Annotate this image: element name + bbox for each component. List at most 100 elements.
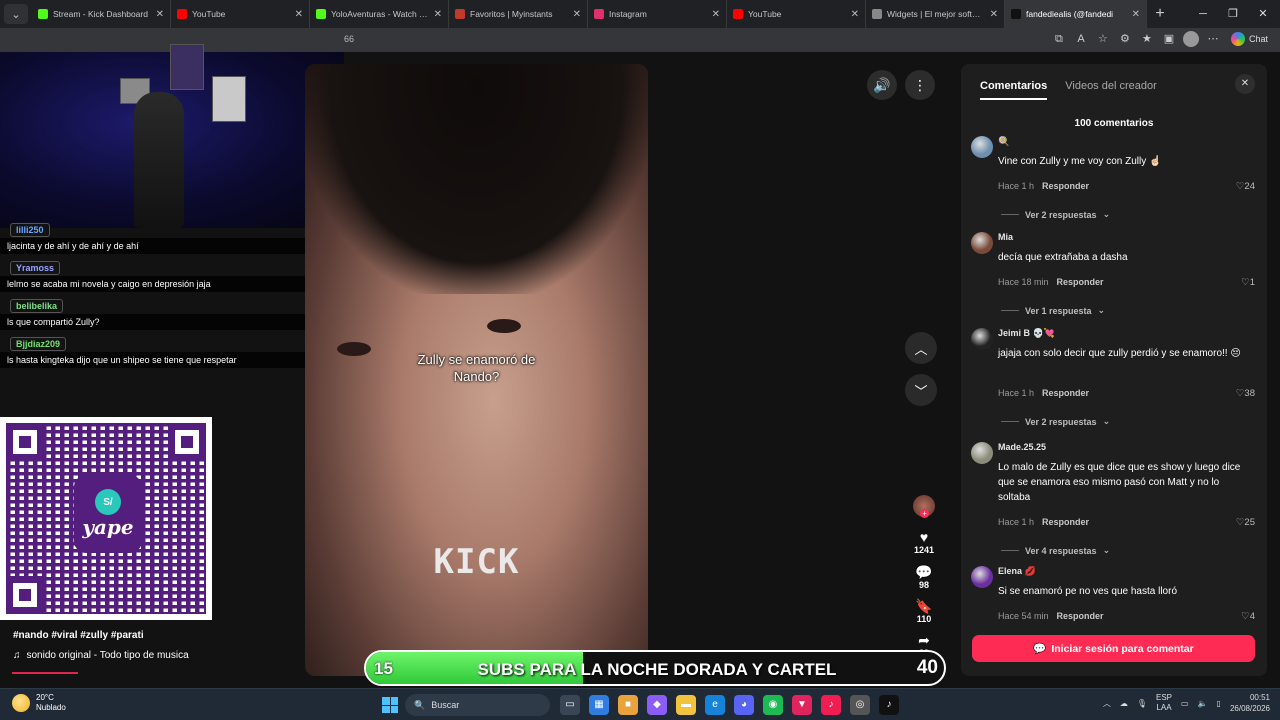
reply-button[interactable]: Responder bbox=[1042, 388, 1089, 398]
browser-tab[interactable]: fandediealis (@fandedi ✕ bbox=[1005, 0, 1147, 28]
view-replies-button[interactable]: Ver 1 respuesta ⌄ bbox=[1001, 305, 1105, 316]
chat-username[interactable]: Yramoss bbox=[10, 261, 61, 275]
commenter-name[interactable]: Made.25.25 bbox=[998, 442, 1046, 452]
reply-button[interactable]: Responder bbox=[1042, 517, 1089, 527]
discord-icon[interactable]: ◕ bbox=[734, 695, 754, 715]
favorites-icon[interactable]: ★ bbox=[1139, 31, 1155, 47]
comment-like-button[interactable]: ♡38 bbox=[1236, 388, 1255, 399]
reader-icon[interactable]: A bbox=[1073, 31, 1089, 47]
video-sound[interactable]: ♫ sonido original - Todo tipo de musica bbox=[13, 650, 189, 661]
profile-avatar[interactable] bbox=[1182, 31, 1199, 47]
commenter-name[interactable]: Jeimi B 💀💘 bbox=[998, 328, 1055, 339]
video-player[interactable]: Zully se enamoró de Nando? KICK bbox=[305, 64, 648, 676]
app-icon[interactable]: ▼ bbox=[792, 695, 812, 715]
tiktok-live-icon[interactable]: ♪ bbox=[879, 695, 899, 715]
commenter-avatar[interactable] bbox=[971, 566, 993, 588]
view-replies-button[interactable]: Ver 4 respuestas ⌄ bbox=[1001, 545, 1110, 556]
language-indicator[interactable]: ESP LAA bbox=[1156, 693, 1172, 713]
comment-like-button[interactable]: ♡1 bbox=[1241, 277, 1255, 288]
start-button[interactable] bbox=[382, 697, 398, 713]
weather-widget[interactable]: 20°C Nublado bbox=[12, 693, 66, 713]
browser-tab[interactable]: Instagram ✕ bbox=[588, 0, 727, 28]
comment-button[interactable]: 💬 98 bbox=[907, 564, 941, 590]
next-video-button[interactable]: ﹀ bbox=[905, 374, 937, 406]
close-tab-icon[interactable]: ✕ bbox=[1132, 9, 1140, 20]
commenter-name[interactable]: Elena 💋 bbox=[998, 566, 1036, 577]
browser-tab[interactable]: YouTube ✕ bbox=[171, 0, 310, 28]
app-icon[interactable]: ■ bbox=[618, 695, 638, 715]
volume-button[interactable]: 🔊 bbox=[867, 70, 897, 100]
reply-button[interactable]: Responder bbox=[1057, 611, 1104, 621]
tab-title: Widgets | El mejor software bbox=[887, 9, 985, 19]
browser-tab[interactable]: Favoritos | Myinstants ✕ bbox=[449, 0, 588, 28]
comment-like-button[interactable]: ♡25 bbox=[1236, 517, 1255, 528]
view-replies-button[interactable]: Ver 2 respuestas ⌄ bbox=[1001, 209, 1110, 220]
store-icon[interactable]: ▦ bbox=[589, 695, 609, 715]
obs-icon[interactable]: ◎ bbox=[850, 695, 870, 715]
comment-like-button[interactable]: ♡4 bbox=[1241, 611, 1255, 622]
copilot-chat-button[interactable]: Chat bbox=[1227, 32, 1272, 46]
edge-icon[interactable]: e bbox=[705, 695, 725, 715]
close-tab-icon[interactable]: ✕ bbox=[851, 9, 859, 20]
close-tab-icon[interactable]: ✕ bbox=[295, 9, 303, 20]
commenter-avatar[interactable] bbox=[971, 442, 993, 464]
clock[interactable]: 00:51 26/08/2026 bbox=[1230, 692, 1270, 714]
chevron-down-icon: ﹀ bbox=[914, 383, 928, 399]
close-tab-icon[interactable]: ✕ bbox=[434, 9, 442, 20]
browser-tab[interactable]: Widgets | El mejor software ✕ bbox=[866, 0, 1005, 28]
collections-icon[interactable]: ▣ bbox=[1161, 31, 1177, 47]
commenter-avatar[interactable] bbox=[971, 232, 993, 254]
more-menu-icon[interactable]: ⋯ bbox=[1205, 31, 1221, 47]
battery-icon[interactable]: ▯ bbox=[1217, 699, 1221, 708]
previous-video-button[interactable]: ︿ bbox=[905, 332, 937, 364]
tab-creator-videos[interactable]: Videos del creador bbox=[1065, 80, 1157, 100]
commenter-avatar[interactable] bbox=[971, 328, 993, 350]
maximize-button[interactable]: ❐ bbox=[1218, 0, 1248, 28]
like-button[interactable]: ♥ 1241 bbox=[907, 529, 941, 555]
address-url[interactable]: 66 bbox=[344, 34, 354, 44]
taskbar-search[interactable]: 🔍 Buscar bbox=[405, 694, 550, 716]
chevron-up-icon[interactable]: ︿ bbox=[1103, 698, 1111, 709]
extensions-icon[interactable]: ⚙ bbox=[1117, 31, 1133, 47]
tab-comments[interactable]: Comentarios bbox=[980, 80, 1048, 100]
more-options-button[interactable]: ⋮ bbox=[905, 70, 935, 100]
chat-username[interactable]: Bjjdiaz209 bbox=[10, 337, 67, 351]
close-tab-icon[interactable]: ✕ bbox=[990, 9, 998, 20]
favorite-star-icon[interactable]: ☆ bbox=[1095, 31, 1111, 47]
chat-username[interactable]: lilli250 bbox=[10, 223, 50, 237]
copilot-app-icon[interactable]: ◆ bbox=[647, 695, 667, 715]
close-tab-icon[interactable]: ✕ bbox=[712, 9, 720, 20]
tab-search-menu-icon[interactable]: ⌄ bbox=[4, 4, 28, 24]
browser-tab[interactable]: Stream - Kick Dashboard ✕ bbox=[32, 0, 171, 28]
reply-button[interactable]: Responder bbox=[1057, 277, 1104, 287]
video-progress[interactable] bbox=[12, 672, 78, 674]
task-view-icon[interactable]: ▭ bbox=[560, 695, 580, 715]
spotify-icon[interactable]: ◉ bbox=[763, 695, 783, 715]
commenter-name[interactable]: Mia bbox=[998, 232, 1013, 242]
close-panel-button[interactable]: ✕ bbox=[1235, 74, 1255, 94]
network-icon[interactable]: ▭ bbox=[1181, 699, 1189, 708]
new-tab-button[interactable]: + bbox=[1147, 5, 1173, 23]
comment-like-button[interactable]: ♡24 bbox=[1236, 181, 1255, 192]
file-explorer-icon[interactable]: ▬ bbox=[676, 695, 696, 715]
browser-tab[interactable]: YoloAventuras - Watch the V ✕ bbox=[310, 0, 449, 28]
commenter-avatar[interactable] bbox=[971, 136, 993, 158]
open-in-app-icon[interactable]: ⧉ bbox=[1051, 31, 1067, 47]
close-tab-icon[interactable]: ✕ bbox=[573, 9, 581, 20]
reply-button[interactable]: Responder bbox=[1042, 181, 1089, 191]
save-button[interactable]: 🔖 110 bbox=[907, 598, 941, 624]
creator-avatar[interactable] bbox=[913, 495, 935, 518]
volume-icon[interactable]: 🔈 bbox=[1198, 699, 1208, 708]
commenter-name[interactable]: 🍭 bbox=[998, 136, 1009, 147]
tiktok-icon[interactable]: ♪ bbox=[821, 695, 841, 715]
video-hashtags[interactable]: #nando #viral #zully #parati bbox=[13, 630, 144, 641]
chat-username[interactable]: belibelika bbox=[10, 299, 64, 313]
close-window-button[interactable]: ✕ bbox=[1248, 0, 1278, 28]
minimize-button[interactable]: ─ bbox=[1188, 0, 1218, 28]
close-tab-icon[interactable]: ✕ bbox=[156, 9, 164, 20]
browser-tab[interactable]: YouTube ✕ bbox=[727, 0, 866, 28]
view-replies-button[interactable]: Ver 2 respuestas ⌄ bbox=[1001, 416, 1110, 427]
login-to-comment-button[interactable]: 💬 Iniciar sesión para comentar bbox=[972, 635, 1255, 662]
cloud-icon[interactable]: ☁ bbox=[1120, 699, 1128, 708]
microphone-icon[interactable]: 🎙 bbox=[1137, 699, 1147, 708]
